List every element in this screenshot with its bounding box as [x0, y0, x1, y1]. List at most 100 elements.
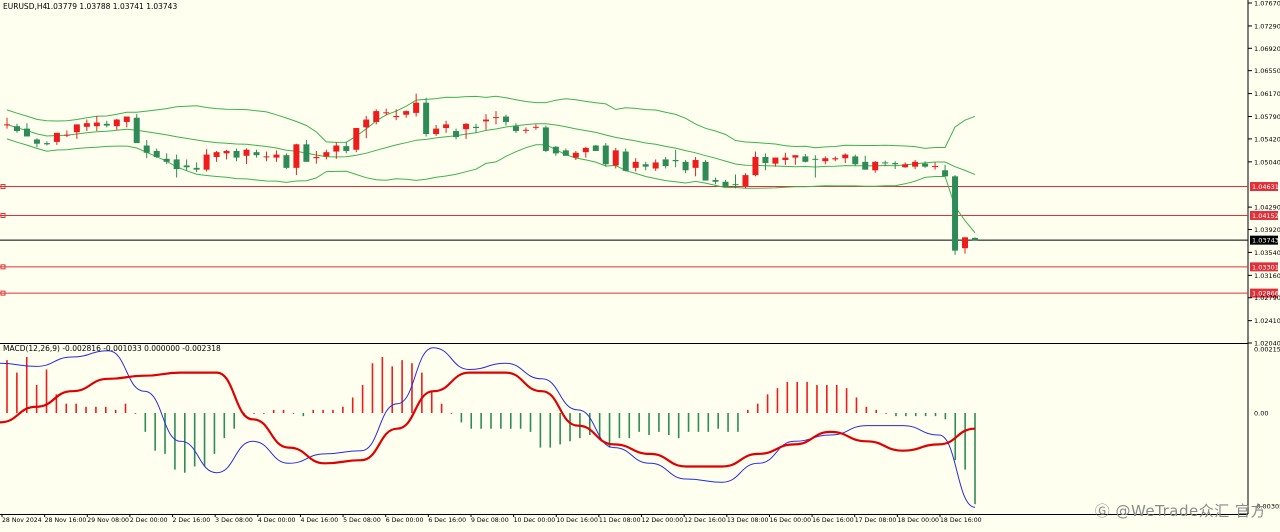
candle-body [842, 154, 849, 159]
candle-body [802, 156, 809, 162]
candle-body [273, 154, 280, 158]
time-tick-label: 3 Dec 08:00 [215, 517, 253, 524]
candle-body [712, 179, 719, 182]
time-tick-label: 6 Dec 00:00 [386, 517, 424, 524]
candle-body [692, 160, 699, 168]
candle-body [343, 146, 350, 151]
candle-body [682, 161, 689, 171]
candle-body [133, 117, 140, 144]
candle-body [602, 145, 609, 165]
price-tick-label: 1.02790 [1254, 294, 1280, 302]
candle-body [922, 163, 929, 167]
price-levels: 1.046311.041521.033011.028661.03743 [0, 182, 1279, 298]
chart-frame [0, 0, 1249, 515]
time-tick-label: 2 Dec 00:00 [130, 517, 168, 524]
candle-body [792, 155, 799, 158]
price-tick-label: 1.07670 [1254, 0, 1280, 8]
candle-body [73, 124, 80, 133]
candle-body [323, 152, 330, 157]
candle-body [233, 150, 240, 158]
candle-body [83, 123, 90, 127]
price-tick-label: 1.06920 [1254, 45, 1280, 53]
candle-body [33, 139, 40, 144]
candle-body [483, 119, 490, 122]
chart-canvas[interactable]: 1.046311.041521.033011.028661.03743 1.07… [0, 0, 1280, 527]
time-tick-label: 9 Dec 08:00 [471, 517, 509, 524]
candle-body [672, 160, 679, 162]
candle-body [532, 126, 539, 128]
bollinger-lower [6, 138, 976, 234]
candle-body [13, 126, 20, 132]
price-tick-label: 1.06550 [1254, 67, 1280, 75]
candle-body [383, 112, 390, 114]
candle-body [183, 165, 190, 168]
time-tick-label: 28 Nov 16:00 [45, 517, 87, 524]
time-tick-label: 28 Nov 2024 [2, 517, 42, 524]
candle-body [443, 124, 450, 129]
price-level-label: 1.04631 [1252, 183, 1279, 191]
chart-window: 1.04631 1.04152 1.03301 1.02866 1.03743 1.07… [0, 0, 1280, 527]
macd-panel: 0.0021550.00-0.003053 [0, 346, 1280, 511]
time-tick-label: 16 Dec 00:00 [769, 517, 811, 524]
candle-body [373, 111, 380, 122]
candle-body [732, 184, 739, 186]
bollinger-upper [6, 95, 976, 149]
candle-body [642, 164, 649, 167]
candle-body [123, 116, 130, 122]
time-tick-label: 2 Dec 16:00 [173, 517, 211, 524]
candle-body [463, 123, 470, 130]
candle-body [782, 157, 789, 161]
candle-body [43, 143, 50, 145]
time-tick-label: 10 Dec 00:00 [514, 517, 556, 524]
candle-body [423, 102, 430, 135]
candle-body [702, 161, 709, 181]
candle-body [53, 132, 60, 142]
candle-body [942, 170, 949, 177]
price-tick-label: 1.03920 [1254, 226, 1280, 234]
price-tick-label: 1.05790 [1254, 113, 1280, 121]
candle-body [872, 161, 879, 171]
candle-body [502, 116, 509, 122]
price-tick-label: 1.04290 [1254, 204, 1280, 212]
time-tick-label: 5 Dec 08:00 [343, 517, 381, 524]
candle-body [892, 163, 899, 165]
candle-body [153, 150, 160, 157]
candle-body [832, 158, 839, 160]
candle-body [552, 146, 559, 154]
time-tick-label: 6 Dec 16:00 [428, 517, 466, 524]
bollinger-bands [6, 95, 976, 234]
candle-body [632, 161, 639, 168]
candle-body [542, 127, 549, 151]
candle-body [612, 150, 619, 166]
time-tick-label: 4 Dec 16:00 [300, 517, 338, 524]
candle-body [413, 102, 420, 113]
candle-body [912, 161, 919, 167]
candle-body [662, 159, 669, 167]
candle-body [962, 237, 969, 249]
time-tick-label: 11 Dec 08:00 [599, 517, 641, 524]
candle-body [263, 156, 270, 158]
candle-body [253, 152, 260, 156]
price-tick-label: 1.03160 [1254, 272, 1280, 280]
candle-body [972, 237, 978, 241]
candle-body [403, 111, 410, 115]
price-level-label: 1.04152 [1252, 212, 1279, 220]
candle-body [862, 161, 869, 170]
candle-body [393, 115, 400, 118]
candle-body [932, 166, 939, 168]
candle-body [582, 147, 589, 153]
candle-body [4, 124, 10, 126]
time-tick-label: 17 Dec 08:00 [855, 517, 897, 524]
candle-body [473, 126, 480, 129]
candle-body [213, 152, 220, 157]
candle-body [303, 144, 310, 162]
time-tick-label: 18 Dec 00:00 [897, 517, 939, 524]
ohlc-readout: 1.03779 1.03788 1.03741 1.03743 [46, 2, 177, 11]
candle-body [143, 145, 150, 153]
symbol-label: EURUSD,H4 [3, 2, 47, 11]
candle-body [113, 119, 120, 127]
price-tick-label: 1.03540 [1254, 249, 1280, 257]
candle-body [882, 162, 889, 164]
candle-body [902, 164, 909, 168]
candle-body [822, 158, 829, 162]
